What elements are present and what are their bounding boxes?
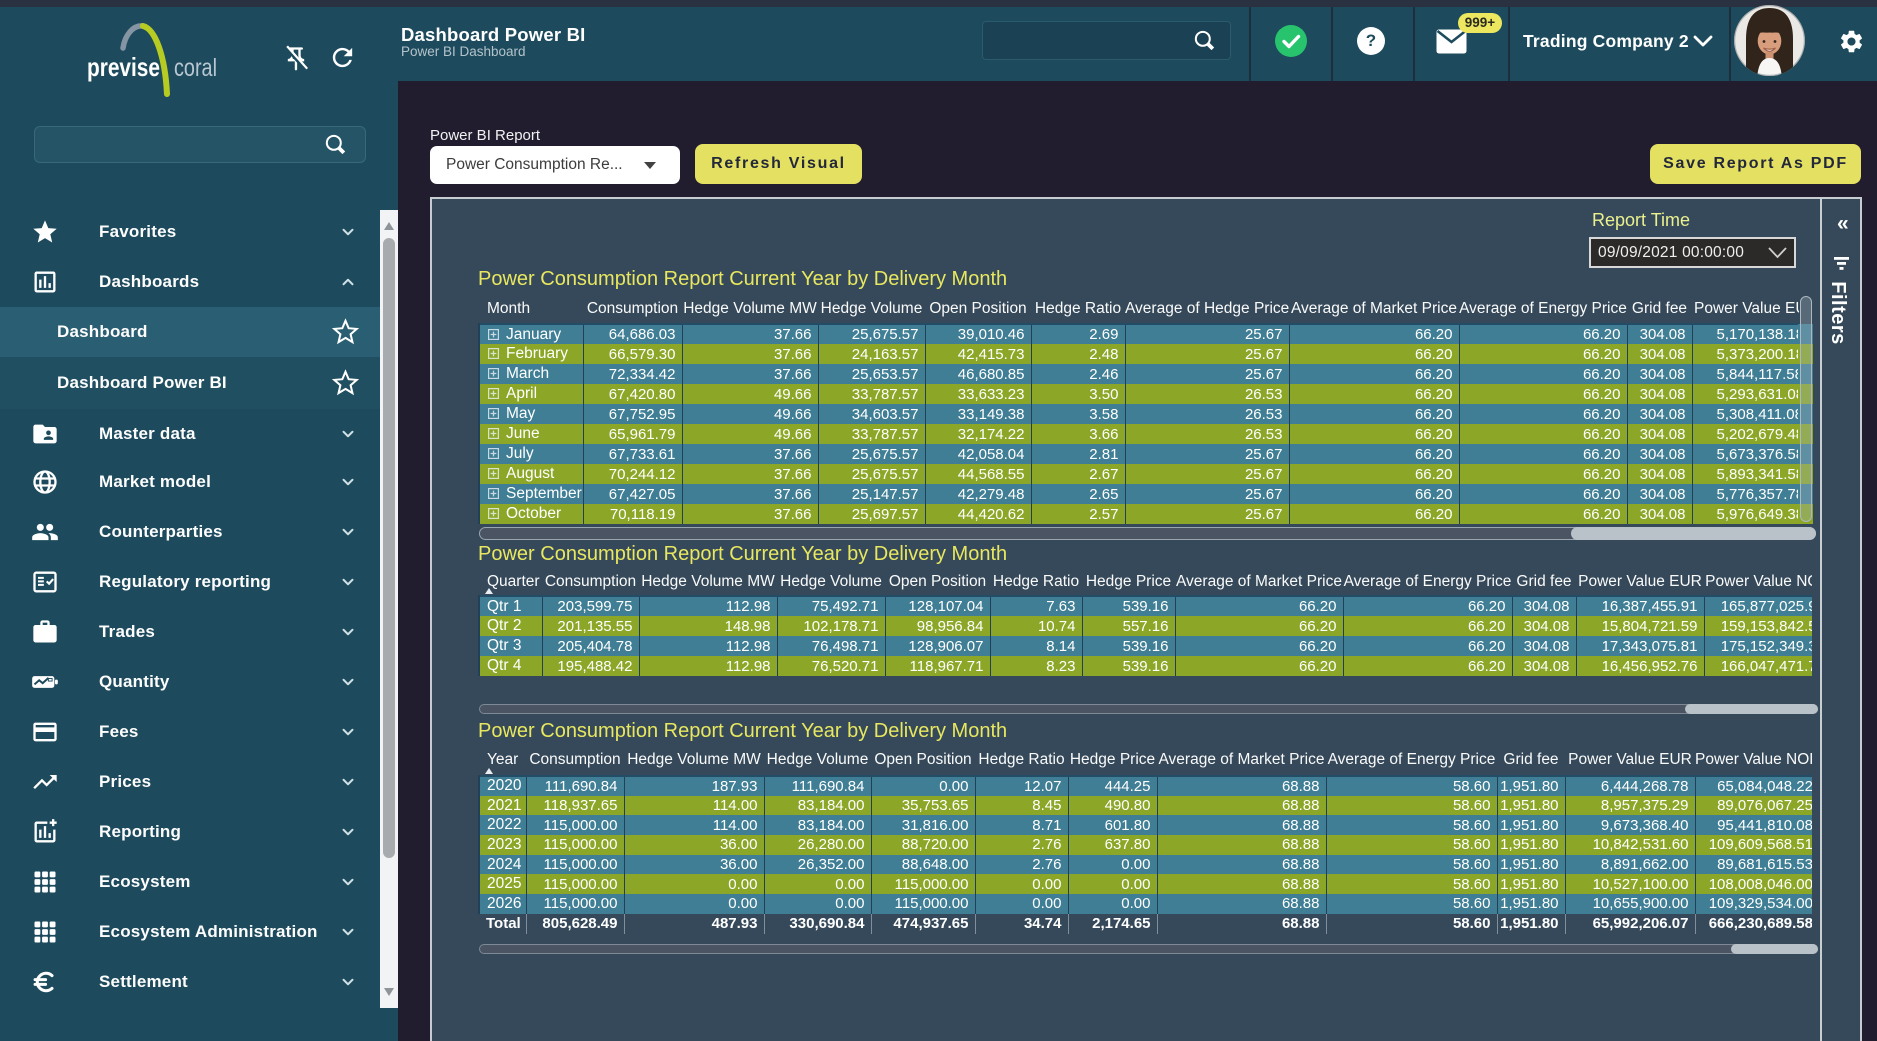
svg-text:previse: previse [87,52,160,82]
svg-text:coral: coral [174,54,217,82]
